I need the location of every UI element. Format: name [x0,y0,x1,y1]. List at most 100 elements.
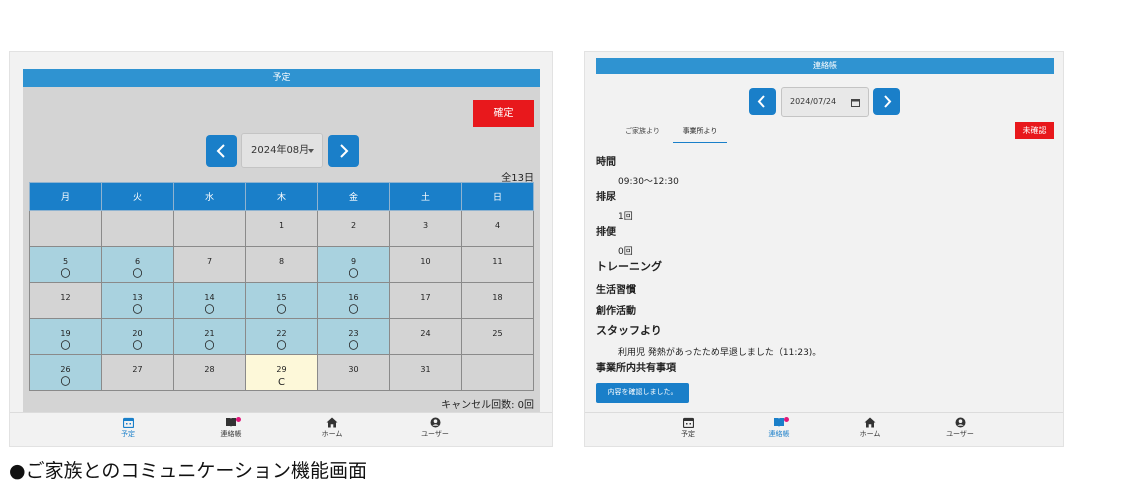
calendar-day-cell[interactable]: 25 [461,318,534,355]
nav-item-label: 予定 [681,430,695,438]
habits-title: 生活習慣 [596,285,636,296]
calendar-day-cell[interactable]: 1 [245,210,318,247]
month-select[interactable]: 2024年08月 [241,133,323,168]
attendance-mark: 〇 [60,341,71,352]
calendar-day-cell[interactable]: 26 〇 [29,354,102,391]
weekday-header: 金 [317,182,390,211]
calendar-day-cell[interactable]: 7 [173,246,246,283]
calendar-day-cell[interactable]: 8 [245,246,318,283]
notification-dot [784,417,789,422]
calendar-body: 1 2 3 4 5 〇 6 〇 7 8 9 〇 10 11 12 13 〇 14 〇 15 〇 16 〇 17 18 19 〇 20 〇… [29,210,534,391]
day-number: 4 [494,221,501,230]
nav-item-user[interactable]: ユーザー [930,417,990,439]
confirm-content-button[interactable]: 内容を確認しました。 [596,383,689,403]
calendar-day-cell[interactable]: 28 [173,354,246,391]
status-badge: 未確認 [1015,122,1054,139]
home-icon [302,417,362,428]
nav-item-label: 連絡帳 [768,430,790,438]
day-number: 29 [276,365,287,374]
attendance-mark: 〇 [132,269,143,280]
calendar-day-cell[interactable]: 5〇 [29,246,102,283]
staff-title: スタッフより [596,324,662,337]
calendar-day-cell[interactable]: 6〇 [101,246,174,283]
next-month-button[interactable] [328,135,359,167]
attendance-mark: 〇 [348,305,359,316]
calendar-day-cell[interactable]: 22 〇 [245,318,318,355]
calendar-day-cell[interactable]: 15 〇 [245,282,318,319]
day-number: 16 [348,293,359,302]
attendance-mark: 〇 [348,269,359,280]
calendar-icon [658,417,718,428]
weekday-header: 水 [173,182,246,211]
weekday-header: 日 [461,182,534,211]
calendar-day-cell[interactable]: 3 [389,210,462,247]
attendance-mark: 〇 [348,341,359,352]
day-number: 24 [420,329,431,338]
nav-item-home[interactable]: ホーム [840,417,900,439]
day-number: 13 [132,293,143,302]
nav-item-label: 連絡帳 [220,430,242,438]
day-number: 26 [60,365,71,374]
attendance-mark: 〇 [204,305,215,316]
day-number: 21 [204,329,215,338]
prev-month-button[interactable] [206,135,237,167]
day-number: 17 [420,293,431,302]
chevron-left-icon [757,95,765,108]
nav-item-schedule[interactable]: 予定 [658,417,718,439]
prev-date-button[interactable] [749,88,776,115]
calendar-day-cell[interactable]: 4 [461,210,534,247]
calendar-day-cell[interactable]: 27 [101,354,174,391]
calendar: 月火水木金土日 1 2 3 4 5 〇 6 〇 7 8 9 〇 10 11 12 13 〇 14 〇 15 〇 16 〇 17… [29,182,534,391]
date-input[interactable]: 2024/07/24 [781,87,869,117]
calendar-day-cell[interactable]: 31 [389,354,462,391]
day-number: 3 [422,221,429,230]
next-date-button[interactable] [873,88,900,115]
cancel-count: キャンセル回数: 0回 [441,400,534,411]
notification-dot [236,417,241,422]
calendar-day-cell[interactable]: 30 [317,354,390,391]
calendar-day-cell[interactable]: 29 C [245,354,318,391]
calendar-day-cell[interactable]: 23 〇 [317,318,390,355]
calendar-day-cell[interactable]: 9〇 [317,246,390,283]
calendar-day-cell[interactable]: 13 〇 [101,282,174,319]
nav-item-contact-book[interactable]: 連絡帳 [749,417,809,439]
time-value: 09:30〜12:30 [618,177,679,187]
calendar-day-cell[interactable]: 21 〇 [173,318,246,355]
day-number: 6 [134,257,141,266]
tab-from-office[interactable]: 事業所より [673,125,727,143]
contact-book-header: 連絡帳 [596,58,1054,74]
attendance-mark: 〇 [276,341,287,352]
nav-item-label: ユーザー [421,430,449,438]
weekday-header: 火 [101,182,174,211]
attendance-mark: 〇 [132,305,143,316]
bottom-nav: 予定 連絡帳 ホーム ユーザー [10,412,552,446]
tab-from-family[interactable]: ご家族より [625,125,660,143]
contact-book-screen: 連絡帳 2024/07/24 ご家族より 事業所より 未確認 時間 09:30〜… [584,51,1064,447]
nav-item-contact-book[interactable]: 連絡帳 [201,417,261,439]
day-number: 9 [350,257,357,266]
calendar-day-cell[interactable]: 18 [461,282,534,319]
calendar-day-cell[interactable]: 14 〇 [173,282,246,319]
nav-item-user[interactable]: ユーザー [405,417,465,439]
calendar-day-cell[interactable]: 19 〇 [29,318,102,355]
schedule-content: 予定 確定 2024年08月 全13日 月火水木金土日 12345〇6〇789〇… [23,69,540,414]
calendar-day-cell[interactable]: 10 [389,246,462,283]
day-number: 14 [204,293,215,302]
schedule-screen: 予定 確定 2024年08月 全13日 月火水木金土日 12345〇6〇789〇… [9,51,553,447]
calendar-day-cell[interactable]: 11 [461,246,534,283]
calendar-day-cell[interactable]: 2 [317,210,390,247]
calendar-day-cell[interactable]: 20 〇 [101,318,174,355]
nav-item-home[interactable]: ホーム [302,417,362,439]
calendar-day-cell[interactable]: 16 〇 [317,282,390,319]
urination-value: 1回 [618,212,633,222]
bottom-nav: 予定 連絡帳 ホーム ユーザー [585,412,1063,446]
day-number: 18 [492,293,503,302]
nav-item-schedule[interactable]: 予定 [98,417,158,439]
day-number: 20 [132,329,143,338]
calendar-week-row: 19 〇 20 〇 21 〇 22 〇 23 〇 24 25 [29,318,534,355]
calendar-day-cell[interactable]: 12 [29,282,102,319]
day-number: 1 [278,221,285,230]
calendar-day-cell[interactable]: 17 [389,282,462,319]
confirm-button[interactable]: 確定 [473,100,534,127]
calendar-day-cell[interactable]: 24 [389,318,462,355]
